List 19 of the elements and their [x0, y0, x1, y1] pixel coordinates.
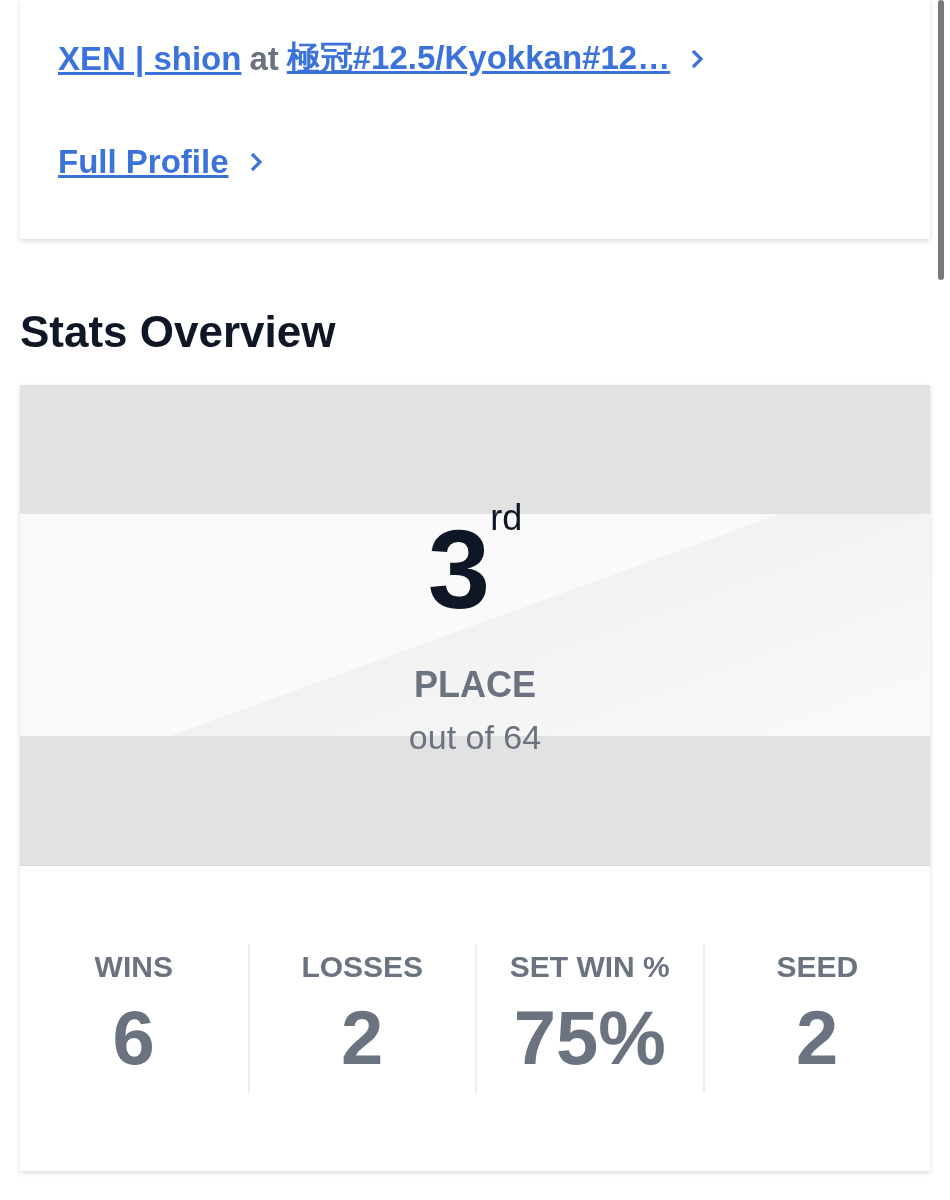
stat-label: LOSSES	[301, 950, 424, 984]
stat-value: 75%	[513, 994, 666, 1081]
stat-label: SET WIN %	[509, 950, 670, 984]
place-label: PLACE	[414, 664, 536, 706]
event-link[interactable]: 極冠#12.5/Kyokkan#12…	[286, 36, 671, 81]
scrollbar[interactable]	[938, 0, 944, 280]
chevron-right-icon	[690, 47, 705, 70]
stat-value: 6	[112, 994, 155, 1081]
out-of-text: out of 64	[408, 718, 542, 757]
stat-value: 2	[341, 994, 384, 1081]
player-link[interactable]: XEN | shion	[58, 39, 242, 78]
stat-label: SEED	[776, 950, 859, 984]
connector-text: at	[249, 39, 279, 78]
chevron-right-icon	[248, 151, 263, 173]
section-title: Stats Overview	[20, 307, 337, 357]
stat-value: 2	[796, 994, 839, 1081]
rank-text: 3$^{rd}$	[427, 500, 523, 634]
stat-label: WINS	[94, 950, 173, 984]
full-profile-link[interactable]: Full Profile	[58, 143, 229, 181]
